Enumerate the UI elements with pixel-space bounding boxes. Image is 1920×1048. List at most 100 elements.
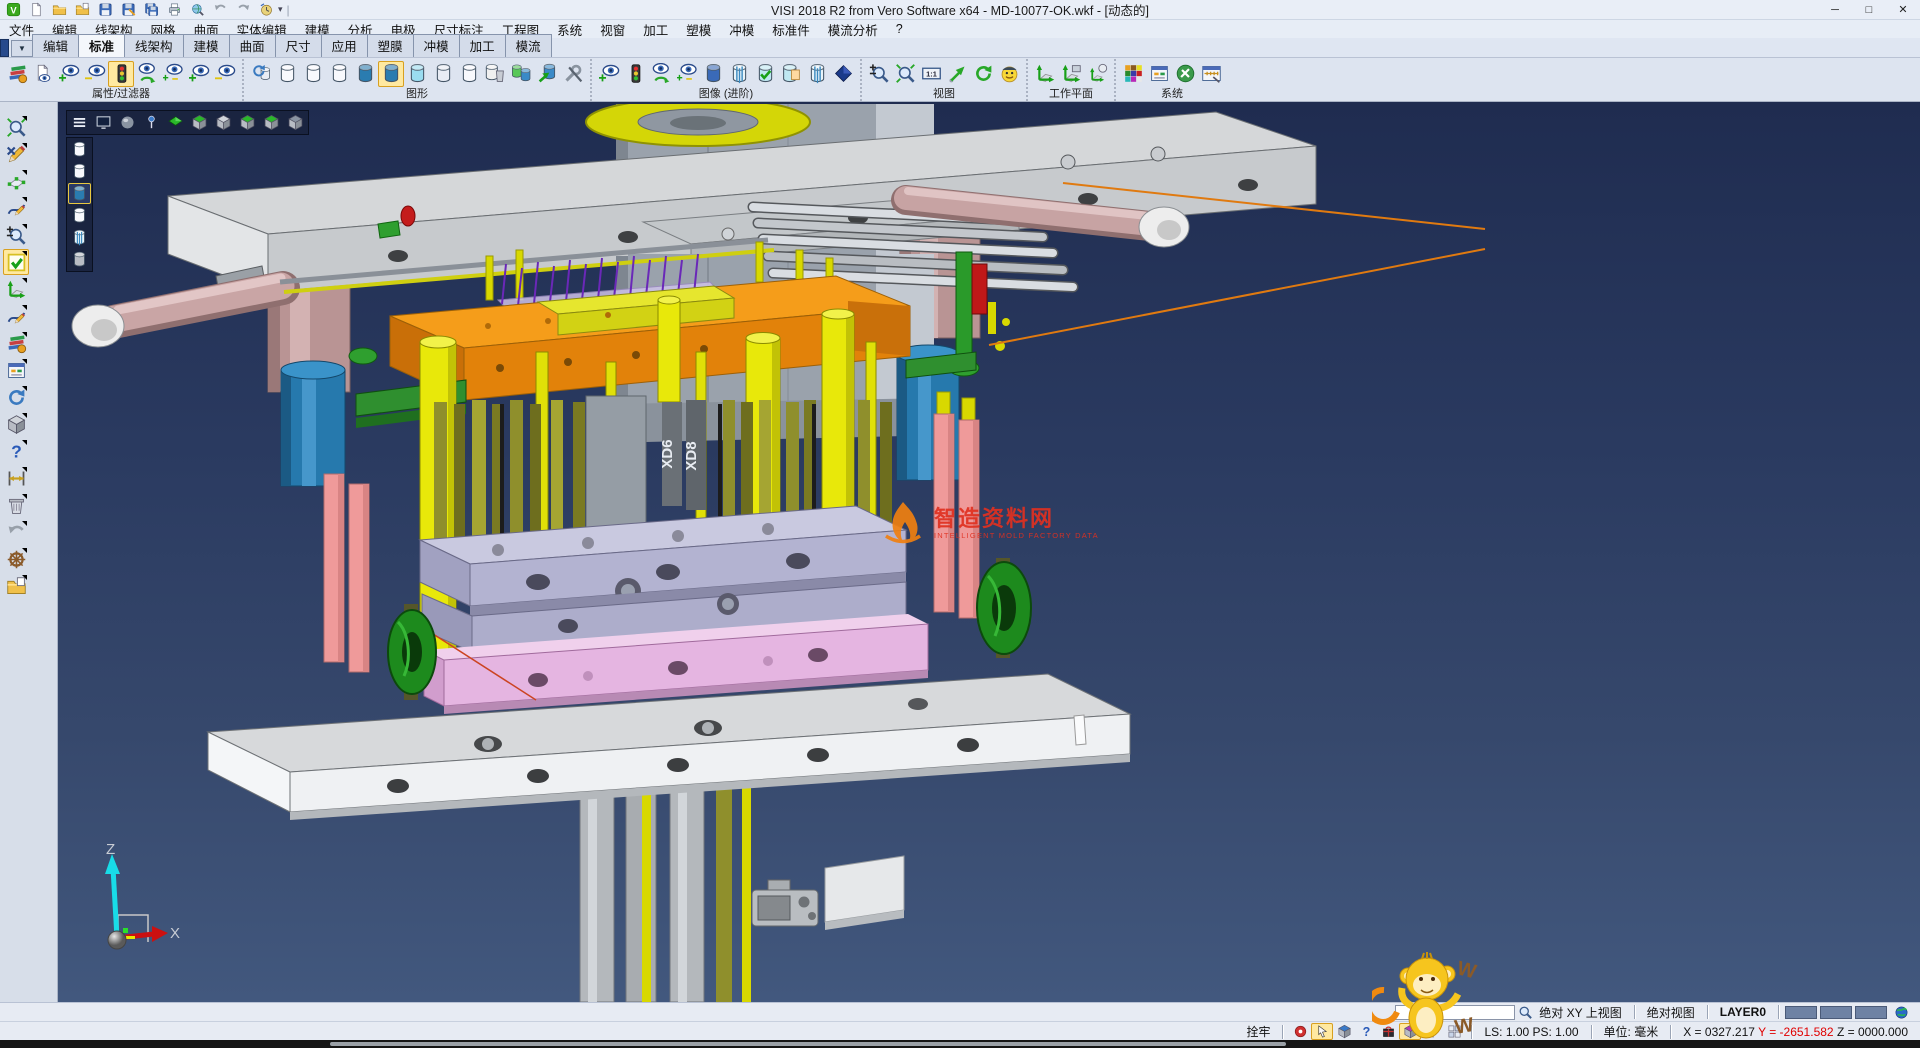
wizard-tool[interactable] xyxy=(3,546,29,572)
tab-6[interactable]: 应用 xyxy=(321,34,368,57)
system-window-button[interactable] xyxy=(1146,61,1172,87)
package-button[interactable] xyxy=(1377,1023,1399,1040)
menu-item-14[interactable]: 塑模 xyxy=(677,20,720,39)
show-all-button[interactable] xyxy=(186,61,212,87)
search-input[interactable] xyxy=(1395,1005,1515,1020)
back-view-button[interactable] xyxy=(284,112,307,133)
modify-attributes-button[interactable] xyxy=(4,61,30,87)
view-mode-label[interactable]: 绝对视图 xyxy=(1641,1004,1701,1021)
adv-filter-button[interactable] xyxy=(622,61,648,87)
tab-2[interactable]: 线架构 xyxy=(124,34,184,57)
ghost-button[interactable] xyxy=(456,61,482,87)
maximize-button[interactable]: □ xyxy=(1852,0,1886,19)
workplane-set-button[interactable] xyxy=(1032,61,1058,87)
tab-1[interactable]: 标准 xyxy=(78,34,125,57)
regen-tool[interactable] xyxy=(3,384,29,410)
layer-color-swatch-3[interactable] xyxy=(1855,1006,1887,1019)
shaded-mode-button[interactable] xyxy=(116,112,139,133)
refresh-view-button[interactable] xyxy=(970,61,996,87)
menu-item-12[interactable]: 视窗 xyxy=(591,20,634,39)
graphics-settings-button[interactable] xyxy=(560,61,586,87)
pivot-button[interactable] xyxy=(140,112,163,133)
tab-5[interactable]: 尺寸 xyxy=(275,34,322,57)
tab-8[interactable]: 冲模 xyxy=(413,34,460,57)
system-settings-button[interactable] xyxy=(1172,61,1198,87)
highlight-button[interactable] xyxy=(1421,1023,1443,1040)
close-button[interactable]: ✕ xyxy=(1886,0,1920,19)
convert-solid-button[interactable] xyxy=(534,61,560,87)
tab-10[interactable]: 模流 xyxy=(505,34,552,57)
mold-assembly-3d[interactable]: XD6 XD8 xyxy=(68,104,1920,1002)
menu-item-11[interactable]: 系统 xyxy=(548,20,591,39)
solid-report-button[interactable] xyxy=(778,61,804,87)
edit-curve-tool[interactable] xyxy=(3,195,29,221)
pick-mode-button[interactable] xyxy=(1311,1023,1333,1040)
render-solid-button[interactable] xyxy=(700,61,726,87)
globe-icon[interactable] xyxy=(1890,1004,1912,1021)
iso-view-button[interactable] xyxy=(188,112,211,133)
menu-item-13[interactable]: 加工 xyxy=(634,20,677,39)
zoom-window-button[interactable] xyxy=(892,61,918,87)
tab-3[interactable]: 建模 xyxy=(183,34,230,57)
undo-tool[interactable] xyxy=(3,519,29,545)
shaded-edges-button[interactable] xyxy=(378,61,404,87)
hide-all-button[interactable] xyxy=(212,61,238,87)
layer-color-swatch-1[interactable] xyxy=(1785,1006,1817,1019)
menu-item-15[interactable]: 冲模 xyxy=(720,20,763,39)
grid-button[interactable] xyxy=(1443,1023,1465,1040)
shaded-button[interactable] xyxy=(352,61,378,87)
workplane-view-button[interactable] xyxy=(1084,61,1110,87)
zoom-in-out-button[interactable] xyxy=(866,61,892,87)
render-striped-button[interactable] xyxy=(726,61,752,87)
dynamic-zoom-tool[interactable] xyxy=(3,114,29,140)
menu-item-16[interactable]: 标准件 xyxy=(763,20,819,39)
tab-dropdown-button[interactable]: ▼ xyxy=(11,40,33,57)
right-view-button[interactable] xyxy=(260,112,283,133)
show-entities-button[interactable] xyxy=(56,61,82,87)
delete-all-tool[interactable] xyxy=(3,492,29,518)
view-orient-button[interactable] xyxy=(996,61,1022,87)
active-layer-label[interactable]: LAYER0 xyxy=(1714,1005,1772,1019)
visi-logo[interactable] xyxy=(3,1,23,18)
quick-access-dropdown[interactable]: ▾ xyxy=(276,4,285,15)
wcs-tool[interactable] xyxy=(3,276,29,302)
front-view-button[interactable] xyxy=(212,112,235,133)
search-icon[interactable] xyxy=(1518,1005,1533,1020)
tab-9[interactable]: 加工 xyxy=(459,34,506,57)
regen-solid-button[interactable] xyxy=(248,61,274,87)
tab-7[interactable]: 塑膜 xyxy=(367,34,414,57)
tab-0[interactable]: 编辑 xyxy=(32,34,79,57)
zoom-scale-tool[interactable] xyxy=(3,222,29,248)
context-help-button[interactable] xyxy=(1355,1023,1377,1040)
flat-button[interactable] xyxy=(430,61,456,87)
solid-view-tool[interactable] xyxy=(3,411,29,437)
adv-invert-button[interactable] xyxy=(674,61,700,87)
save-as-button[interactable] xyxy=(118,1,138,18)
solid-snap-button[interactable] xyxy=(1399,1023,1421,1040)
redo-button[interactable] xyxy=(233,1,253,18)
display-ghost-button[interactable] xyxy=(68,249,91,270)
zoom-extents-button[interactable] xyxy=(944,61,970,87)
snap-mode-label[interactable]: 拴牢 xyxy=(1240,1023,1276,1040)
sketch-tool[interactable] xyxy=(3,303,29,329)
validate-solid-button[interactable] xyxy=(752,61,778,87)
open-copy-button[interactable] xyxy=(72,1,92,18)
display-flat-button[interactable] xyxy=(68,205,91,226)
open-file-button[interactable] xyxy=(49,1,69,18)
menu-item-18[interactable]: ? xyxy=(887,22,912,36)
full-screen-button[interactable] xyxy=(92,112,115,133)
dashed-hidden-button[interactable] xyxy=(326,61,352,87)
display-hidden-button[interactable] xyxy=(68,161,91,182)
confirm-tool[interactable] xyxy=(3,249,29,275)
plane-select-tool[interactable] xyxy=(3,168,29,194)
transparent-button[interactable] xyxy=(404,61,430,87)
wireframe-solid-button[interactable] xyxy=(274,61,300,87)
left-view-button[interactable] xyxy=(236,112,259,133)
render-mode-button[interactable] xyxy=(830,61,856,87)
menu-item-17[interactable]: 模流分析 xyxy=(819,20,887,39)
layer-color-swatch-2[interactable] xyxy=(1820,1006,1852,1019)
adv-show-button[interactable] xyxy=(596,61,622,87)
new-file-button[interactable] xyxy=(26,1,46,18)
minimize-button[interactable]: ─ xyxy=(1818,0,1852,19)
display-shaded-button[interactable] xyxy=(68,183,91,204)
